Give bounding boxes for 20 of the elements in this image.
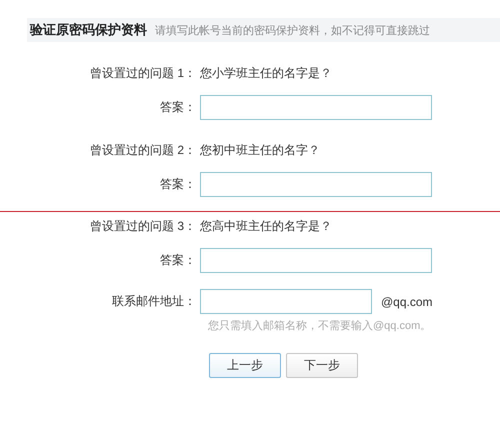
section-title: 验证原密码保护资料 [30, 21, 147, 39]
answer-field[interactable] [200, 172, 432, 197]
question-text: 您小学班主任的名字是？ [200, 64, 333, 82]
next-button[interactable]: 下一步 [286, 353, 358, 378]
email-label: 联系邮件地址： [111, 293, 196, 310]
email-field[interactable] [200, 289, 372, 314]
answer-label: 答案： [159, 252, 196, 269]
answer-label: 答案： [159, 99, 196, 116]
question-text: 您高中班主任的名字是？ [200, 218, 333, 234]
answer-field[interactable] [200, 95, 432, 120]
section-hint: 请填写此帐号当前的密码保护资料，如不记得可直接跳过 [155, 24, 430, 38]
question-label: 曾设置过的问题 3： [88, 218, 196, 234]
previous-button[interactable]: 上一步 [209, 353, 281, 378]
email-hint: 您只需填入邮箱名称，不需要输入@qq.com。 [207, 318, 432, 332]
question-label: 曾设置过的问题 1： [88, 64, 196, 82]
answer-label: 答案： [159, 176, 196, 193]
email-suffix: @qq.com [381, 294, 433, 308]
answer-field[interactable] [200, 248, 432, 273]
question-text: 您初中班主任的名字？ [200, 142, 321, 158]
question-label: 曾设置过的问题 2： [88, 142, 196, 158]
